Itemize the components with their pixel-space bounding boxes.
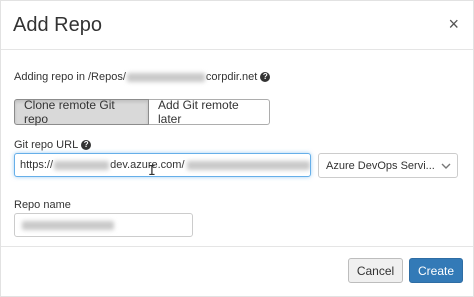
- add-repo-dialog: Add Repo × Adding repo in /Repos/ corpdi…: [0, 0, 474, 297]
- redacted-repo-name: [22, 220, 114, 230]
- help-icon[interactable]: ?: [260, 72, 271, 82]
- repo-location-info: Adding repo in /Repos/ corpdir.net ?: [14, 71, 271, 83]
- close-icon[interactable]: ×: [448, 15, 459, 33]
- dialog-title: Add Repo: [13, 14, 102, 36]
- redacted-org: [54, 160, 110, 170]
- help-icon[interactable]: ?: [81, 140, 92, 150]
- repo-mode-toggle: Clone remote Git repo Add Git remote lat…: [14, 98, 270, 126]
- redacted-username: [126, 72, 205, 82]
- footer-divider: [1, 246, 473, 247]
- repo-name-label: Repo name: [14, 199, 71, 211]
- add-git-remote-later-button[interactable]: Add Git remote later: [149, 98, 270, 126]
- clone-remote-git-repo-button[interactable]: Clone remote Git repo: [14, 98, 149, 126]
- chevron-down-icon: [441, 163, 451, 169]
- git-repo-url-input[interactable]: https:// dev.azure.com/: [14, 153, 311, 177]
- git-provider-select[interactable]: Azure DevOps Servi...: [318, 153, 458, 178]
- repo-name-input[interactable]: [14, 213, 193, 237]
- redacted-project-path: [186, 160, 310, 170]
- repo-location-suffix: corpdir.net: [205, 71, 258, 83]
- url-prefix-text: https://: [20, 159, 54, 171]
- repo-location-prefix: Adding repo in /Repos/: [14, 71, 126, 83]
- git-provider-selected-value: Azure DevOps Servi...: [326, 159, 435, 172]
- git-repo-url-label: Git repo URL ?: [14, 139, 92, 151]
- git-repo-url-label-text: Git repo URL: [14, 139, 79, 151]
- text-cursor-icon: I: [148, 164, 156, 179]
- create-button[interactable]: Create: [409, 258, 463, 283]
- cancel-button[interactable]: Cancel: [348, 258, 403, 283]
- header-divider: [1, 49, 473, 50]
